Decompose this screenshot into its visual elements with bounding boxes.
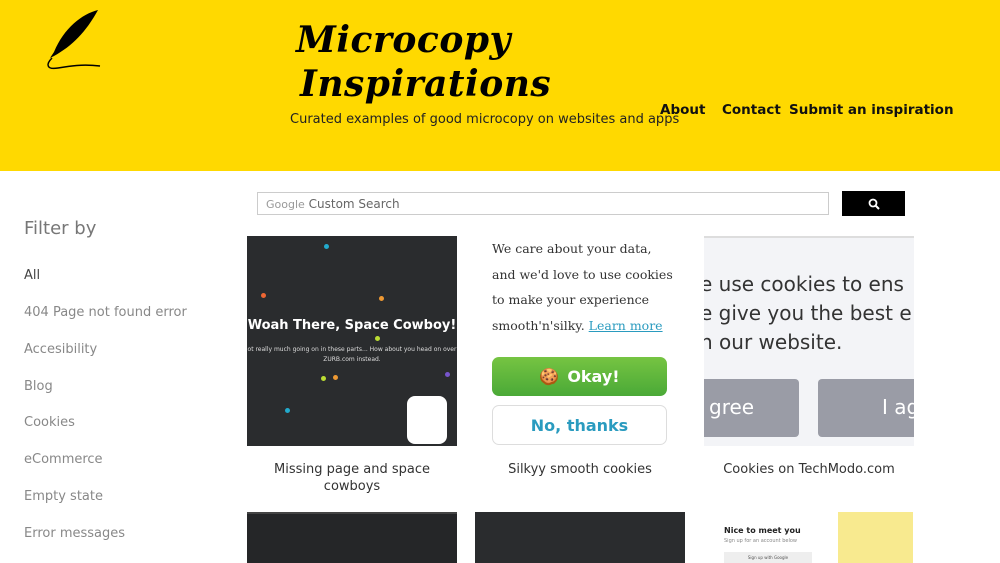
card-heading: Woah There, Space Cowboy! bbox=[247, 318, 457, 333]
agree-button-image: gree bbox=[704, 379, 799, 437]
site-title[interactable]: Microcopy Inspirations bbox=[296, 18, 551, 106]
card-image[interactable] bbox=[475, 512, 685, 563]
card-caption[interactable]: Missing page and space cowboys bbox=[247, 461, 457, 495]
cow-illustration bbox=[407, 396, 447, 444]
tagline: Curated examples of good microcopy on we… bbox=[290, 112, 680, 127]
filter-blog[interactable]: Blog bbox=[24, 379, 53, 394]
search-placeholder: Custom Search bbox=[308, 197, 400, 211]
filter-ecommerce[interactable]: eCommerce bbox=[24, 452, 103, 467]
card-body: ZURB.com instead. bbox=[323, 356, 381, 363]
search-input[interactable]: Google Custom Search bbox=[257, 192, 829, 215]
cookie-line: e use cookies to ens bbox=[704, 272, 904, 296]
filter-accessibility[interactable]: Accesibility bbox=[24, 342, 97, 357]
no-thanks-label: No, thanks bbox=[492, 405, 667, 445]
cookie-line: e give you the best e bbox=[704, 301, 912, 325]
google-brand: Google bbox=[266, 198, 305, 211]
card-image-silky-cookies[interactable]: We care about your data, and we'd love t… bbox=[475, 236, 685, 446]
title-line: Inspirations bbox=[300, 63, 552, 105]
search-button[interactable] bbox=[842, 191, 905, 216]
filter-empty-state[interactable]: Empty state bbox=[24, 489, 103, 504]
nav-contact[interactable]: Contact bbox=[722, 102, 781, 118]
card-body: ot really much going on in these parts..… bbox=[247, 346, 457, 353]
card-text: Nice to meet you bbox=[724, 526, 801, 535]
nav-submit[interactable]: Submit an inspiration bbox=[789, 102, 954, 118]
filter-cookies[interactable]: Cookies bbox=[24, 415, 75, 430]
filter-all[interactable]: All bbox=[24, 268, 40, 283]
card-text: Sign up with Google bbox=[724, 552, 812, 563]
card-text: Sign up for an account below bbox=[724, 538, 798, 544]
card-image[interactable]: Nice to meet you Sign up for an account … bbox=[704, 512, 834, 563]
okay-label: Okay! bbox=[567, 367, 620, 386]
card-image-space-cowboy[interactable]: Woah There, Space Cowboy! ot really much… bbox=[247, 236, 457, 446]
filter-error-messages[interactable]: Error messages bbox=[24, 526, 125, 541]
card-image[interactable] bbox=[838, 512, 913, 563]
search-icon bbox=[868, 198, 880, 210]
quill-logo-icon[interactable] bbox=[42, 6, 104, 76]
card-image-techmodo[interactable]: e use cookies to ens e give you the best … bbox=[704, 236, 914, 446]
site-header: Microcopy Inspirations Curated examples o… bbox=[0, 0, 1000, 171]
learn-more-link: Learn more bbox=[588, 317, 663, 333]
card-caption[interactable]: Silkyy smooth cookies bbox=[475, 461, 685, 478]
title-line: Microcopy bbox=[296, 19, 511, 61]
filter-title: Filter by bbox=[24, 218, 97, 239]
card-caption[interactable]: Cookies on TechModo.com bbox=[704, 461, 914, 478]
i-agree-button-image: I ag bbox=[818, 379, 914, 437]
cookie-icon: 🍪 bbox=[539, 367, 560, 386]
filter-404[interactable]: 404 Page not found error bbox=[24, 305, 187, 320]
nav-about[interactable]: About bbox=[660, 102, 705, 118]
cookie-line: n our website. bbox=[704, 330, 843, 354]
card-image[interactable] bbox=[247, 512, 457, 563]
